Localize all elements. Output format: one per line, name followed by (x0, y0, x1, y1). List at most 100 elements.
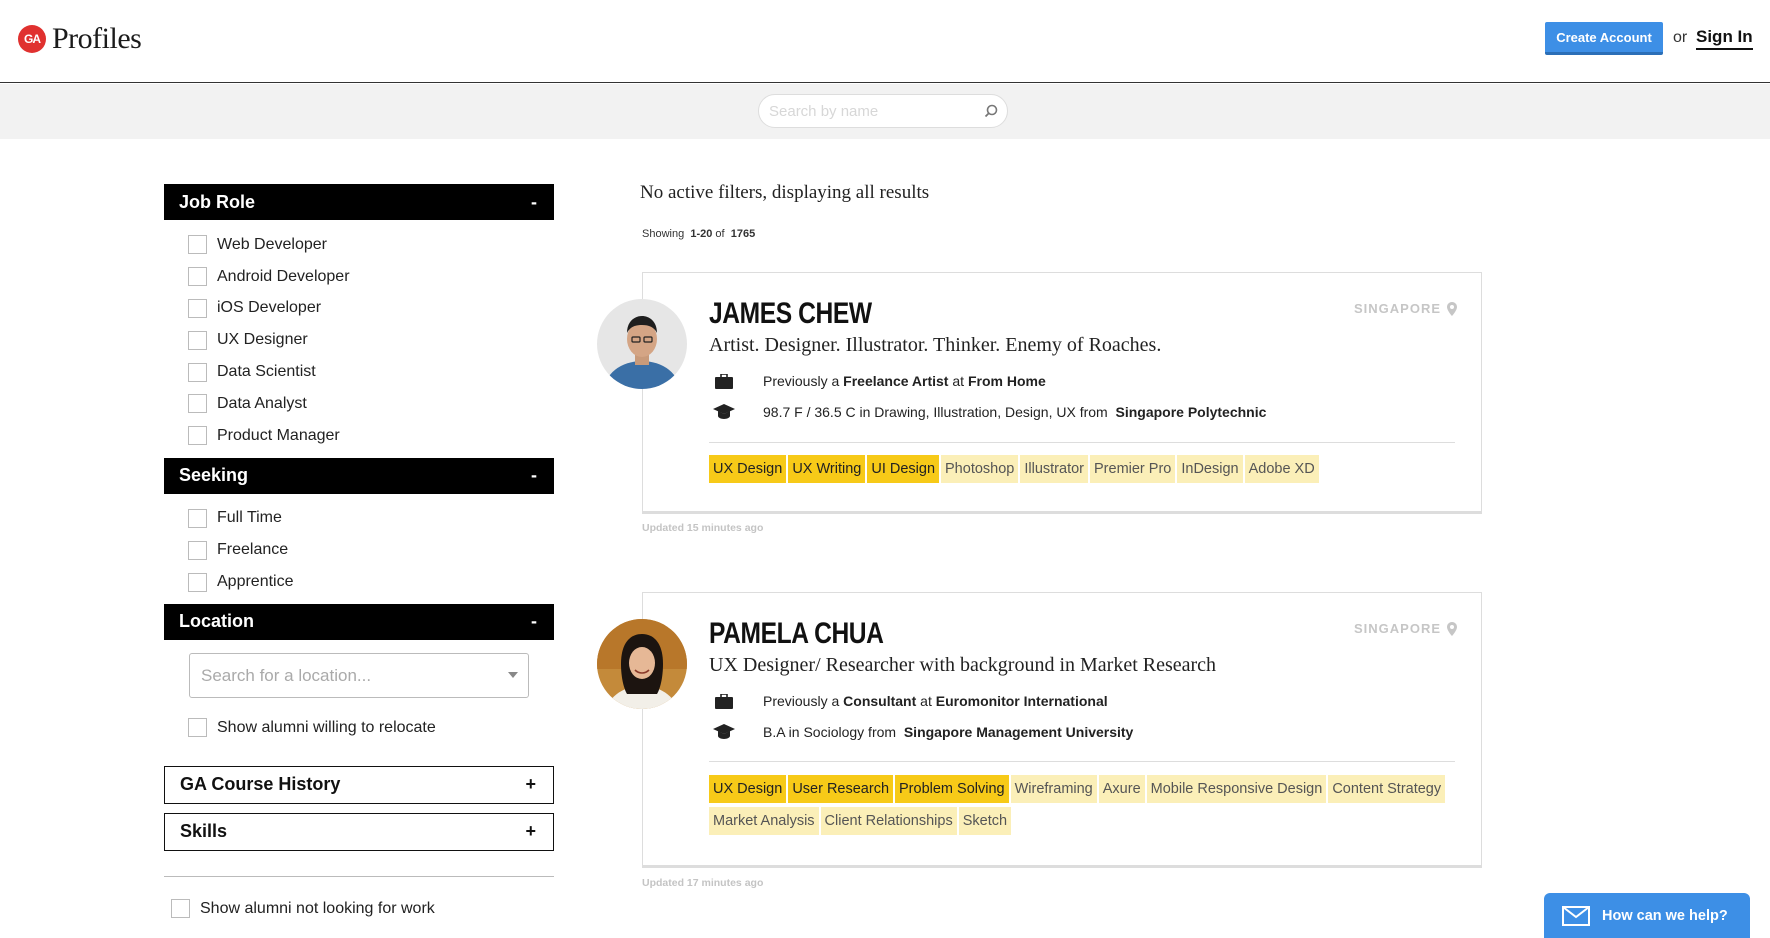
checkbox[interactable] (188, 298, 207, 318)
location-select[interactable]: Search for a location... (189, 652, 529, 698)
checkbox[interactable] (188, 330, 207, 350)
skill-tag[interactable]: Wireframing (1010, 775, 1097, 803)
help-chat-button[interactable]: How can we help? (1544, 893, 1750, 938)
expand-icon[interactable]: + (525, 774, 536, 795)
job-role-header[interactable]: Job Role - (164, 184, 554, 220)
edu-text: B.A in Sociology from (763, 724, 897, 740)
option-label: Web Developer (217, 235, 327, 253)
location-header[interactable]: Location - (164, 603, 554, 640)
skill-tag[interactable]: UX Design (709, 775, 787, 803)
checkbox[interactable] (188, 718, 207, 738)
course-history-header[interactable]: GA Course History + (164, 765, 554, 804)
location-text: SINGAPORE (1353, 621, 1441, 636)
skill-tag[interactable]: InDesign (1177, 455, 1243, 483)
divider (164, 875, 554, 877)
seeking-options: Full Time Freelance Apprentice (164, 494, 554, 604)
search-box[interactable] (758, 94, 1008, 128)
option-label: Show alumni not looking for work (200, 899, 435, 917)
job-role-option-data-scientist[interactable]: Data Scientist (164, 356, 554, 388)
showing-total: 1765 (730, 228, 756, 240)
checkbox[interactable] (188, 508, 207, 528)
avatar-photo (597, 299, 687, 389)
skill-tag[interactable]: Adobe XD (1244, 455, 1319, 483)
skill-tags: UX Design User Research Problem Solving … (709, 775, 1459, 839)
job-company: From Home (967, 373, 1046, 389)
job-role-options: Web Developer Android Developer iOS Deve… (164, 220, 554, 458)
chevron-down-icon[interactable] (508, 671, 518, 678)
job-role-option-web-developer[interactable]: Web Developer (164, 229, 554, 261)
profile-name[interactable]: JAMES CHEW (709, 297, 872, 331)
briefcase-icon (713, 693, 735, 709)
profile-tagline: Artist. Designer. Illustrator. Thinker. … (709, 334, 1162, 356)
skill-tag[interactable]: User Research (788, 775, 894, 803)
card-divider (709, 761, 1455, 762)
skill-tag[interactable]: Photoshop (941, 455, 1019, 483)
skill-tag[interactable]: UI Design (867, 455, 940, 483)
search-icon[interactable] (983, 103, 999, 119)
avatar[interactable] (597, 299, 687, 389)
checkbox[interactable] (188, 362, 207, 382)
create-account-button[interactable]: Create Account (1545, 22, 1663, 55)
skill-tag[interactable]: Axure (1098, 775, 1145, 803)
job-role-option-ios-developer[interactable]: iOS Developer (164, 293, 554, 325)
collapse-icon[interactable]: - (531, 192, 537, 213)
skill-tag[interactable]: Sketch (958, 807, 1012, 835)
job-role-option-product-manager[interactable]: Product Manager (164, 420, 554, 452)
checkbox[interactable] (188, 394, 207, 414)
checkbox[interactable] (188, 426, 207, 446)
mail-icon (1562, 905, 1590, 926)
profile-job: Previously a Freelance Artist at From Ho… (713, 373, 1046, 389)
logo[interactable]: GA Profiles (18, 22, 142, 56)
checkbox[interactable] (188, 267, 207, 287)
skill-tag[interactable]: Premier Pro (1090, 455, 1176, 483)
profile-card[interactable]: PAMELA CHUA UX Designer/ Researcher with… (642, 592, 1482, 868)
avatar[interactable] (597, 619, 687, 709)
skill-tag[interactable]: Market Analysis (709, 807, 819, 835)
expand-icon[interactable]: + (525, 821, 536, 842)
seeking-option-freelance[interactable]: Freelance (164, 534, 554, 566)
skill-tag[interactable]: Client Relationships (820, 807, 957, 835)
option-label: Apprentice (217, 573, 294, 591)
option-label: Product Manager (217, 426, 340, 444)
profile-location: SINGAPORE (1354, 301, 1457, 316)
collapse-icon[interactable]: - (531, 611, 537, 632)
job-role-option-android-developer[interactable]: Android Developer (164, 261, 554, 293)
edu-school: Singapore Polytechnic (1115, 404, 1267, 420)
skill-tag[interactable]: Mobile Responsive Design (1146, 775, 1327, 803)
profile-card[interactable]: JAMES CHEW Artist. Designer. Illustrator… (642, 272, 1482, 514)
job-role-title: Job Role (179, 191, 256, 212)
relocate-option[interactable]: Show alumni willing to relocate (164, 712, 554, 744)
checkbox[interactable] (188, 235, 207, 255)
job-role-option-data-analyst[interactable]: Data Analyst (164, 388, 554, 420)
showing-of: of (715, 228, 725, 240)
checkbox[interactable] (188, 572, 207, 592)
search-input[interactable] (769, 103, 969, 120)
job-title: Freelance Artist (843, 373, 949, 389)
profile-name[interactable]: PAMELA CHUA (709, 617, 884, 651)
checkbox[interactable] (171, 899, 190, 919)
filters-note: No active filters, displaying all result… (640, 182, 930, 203)
option-label: UX Designer (217, 331, 308, 349)
option-label: Full Time (217, 509, 282, 527)
checkbox[interactable] (188, 540, 207, 560)
option-label: Data Analyst (217, 394, 307, 412)
edu-school: Singapore Management University (903, 724, 1134, 740)
updated-time: Updated 17 minutes ago (642, 877, 764, 889)
profile-location: SINGAPORE (1354, 621, 1457, 636)
collapse-icon[interactable]: - (531, 465, 537, 486)
option-label: Android Developer (217, 267, 350, 285)
skill-tag[interactable]: Illustrator (1020, 455, 1088, 483)
skills-header[interactable]: Skills + (164, 812, 554, 851)
seeking-option-full-time[interactable]: Full Time (164, 503, 554, 535)
skill-tag[interactable]: Content Strategy (1328, 775, 1446, 803)
sign-in-link[interactable]: Sign In (1696, 27, 1753, 50)
seeking-header[interactable]: Seeking - (164, 457, 554, 494)
profile-tagline: UX Designer/ Researcher with background … (709, 654, 1217, 676)
card-divider (709, 442, 1455, 443)
job-role-option-ux-designer[interactable]: UX Designer (164, 324, 554, 356)
skill-tag[interactable]: UX Design (709, 455, 787, 483)
skill-tag[interactable]: Problem Solving (895, 775, 1009, 803)
seeking-option-apprentice[interactable]: Apprentice (164, 566, 554, 598)
skill-tag[interactable]: UX Writing (788, 455, 866, 483)
not-looking-option[interactable]: Show alumni not looking for work (164, 893, 554, 925)
